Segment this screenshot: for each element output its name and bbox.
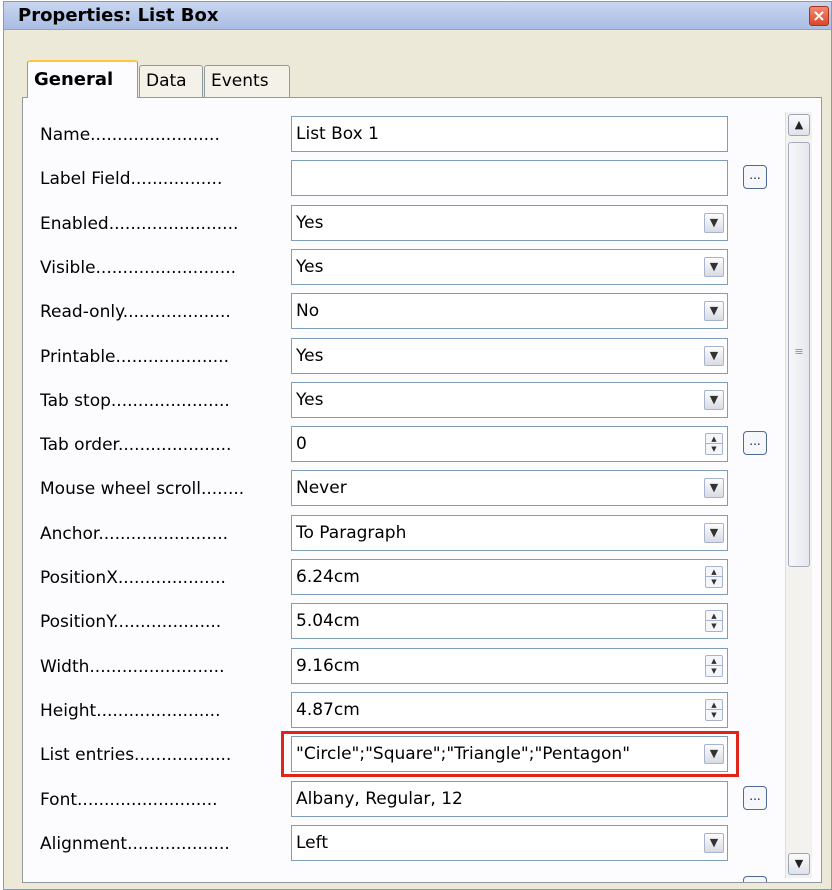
spin-down-icon[interactable]: ▼ <box>706 710 722 720</box>
spin-arrows-icon[interactable]: ▲ ▼ <box>705 655 723 677</box>
anchor-field[interactable]: To Paragraph ▼ <box>291 515 728 551</box>
height-value: 4.87cm <box>296 700 360 720</box>
spin-arrows-icon[interactable]: ▲ ▼ <box>705 699 723 721</box>
label-printable: Printable..................... <box>40 347 229 367</box>
chevron-down-icon[interactable]: ▼ <box>704 257 724 277</box>
list-entries-field[interactable]: "Circle";"Square";"Triangle";"Pentagon" ▼ <box>291 736 728 772</box>
label-alignment: Alignment................... <box>40 834 230 854</box>
tab-order-ellipsis-button[interactable]: ... <box>743 431 767 455</box>
ellipsis-button-partial[interactable] <box>743 876 767 882</box>
name-value: List Box 1 <box>296 124 379 144</box>
label-positionx: PositionX.................... <box>40 568 226 588</box>
chevron-down-icon[interactable]: ▼ <box>704 744 724 764</box>
spin-down-icon[interactable]: ▼ <box>706 577 722 587</box>
spin-arrows-icon[interactable]: ▲ ▼ <box>705 610 723 632</box>
label-tab-stop: Tab stop...................... <box>40 391 230 411</box>
tab-data[interactable]: Data <box>139 65 203 97</box>
label-label-field: Label Field................. <box>40 169 223 189</box>
grip-icon: ≡ <box>794 345 804 358</box>
chevron-down-icon[interactable]: ▼ <box>704 478 724 498</box>
label-enabled: Enabled........................ <box>40 214 239 234</box>
tab-stop-field[interactable]: Yes ▼ <box>291 382 728 418</box>
alignment-value: Left <box>296 833 328 853</box>
positionx-value: 6.24cm <box>296 567 360 587</box>
close-icon[interactable]: × <box>809 6 829 26</box>
tab-stop-value: Yes <box>296 390 324 410</box>
label-mouse-wheel-scroll: Mouse wheel scroll........ <box>40 479 245 499</box>
spin-down-icon[interactable]: ▼ <box>706 666 722 676</box>
positionx-field[interactable]: 6.24cm ▲ ▼ <box>291 559 728 595</box>
spin-up-icon[interactable]: ▲ <box>706 434 722 444</box>
spin-down-icon[interactable]: ▼ <box>706 444 722 454</box>
label-name: Name........................ <box>40 125 220 145</box>
label-list-entries: List entries.................. <box>40 745 232 765</box>
visible-field[interactable]: Yes ▼ <box>291 249 728 285</box>
chevron-down-icon[interactable]: ▼ <box>704 301 724 321</box>
font-field[interactable]: Albany, Regular, 12 <box>291 781 728 817</box>
label-font: Font.......................... <box>40 790 218 810</box>
spin-down-icon[interactable]: ▼ <box>706 621 722 631</box>
title-bar[interactable]: Properties: List Box × <box>4 2 831 30</box>
positiony-value: 5.04cm <box>296 611 360 631</box>
font-value: Albany, Regular, 12 <box>296 789 463 809</box>
spin-arrows-icon[interactable]: ▲ ▼ <box>705 433 723 455</box>
label-anchor: Anchor........................ <box>40 524 229 544</box>
mouse-wheel-scroll-field[interactable]: Never ▼ <box>291 470 728 506</box>
scroll-up-icon[interactable]: ▲ <box>788 114 810 136</box>
dialog-title: Properties: List Box <box>18 5 219 26</box>
label-height: Height....................... <box>40 701 221 721</box>
spin-up-icon[interactable]: ▲ <box>706 700 722 710</box>
label-tab-order: Tab order..................... <box>40 435 232 455</box>
alignment-field[interactable]: Left ▼ <box>291 825 728 861</box>
tab-order-field[interactable]: 0 ▲ ▼ <box>291 426 728 462</box>
height-field[interactable]: 4.87cm ▲ ▼ <box>291 692 728 728</box>
label-visible: Visible.......................... <box>40 258 237 278</box>
properties-panel: ▲ ≡ ▼ Name........................ List B… <box>22 97 822 883</box>
printable-value: Yes <box>296 346 324 366</box>
read-only-field[interactable]: No ▼ <box>291 293 728 329</box>
spin-up-icon[interactable]: ▲ <box>706 656 722 666</box>
label-positiony: PositionY.................... <box>40 612 222 632</box>
width-value: 9.16cm <box>296 656 360 676</box>
label-field-field[interactable] <box>291 160 728 196</box>
enabled-field[interactable]: Yes ▼ <box>291 205 728 241</box>
read-only-value: No <box>296 301 320 321</box>
chevron-down-icon[interactable]: ▼ <box>704 833 724 853</box>
scrollbar-thumb[interactable]: ≡ <box>788 142 810 567</box>
chevron-down-icon[interactable]: ▼ <box>704 523 724 543</box>
anchor-value: To Paragraph <box>296 523 407 543</box>
properties-dialog: Properties: List Box × General Data Even… <box>3 1 832 890</box>
label-read-only: Read-only.................... <box>40 302 231 322</box>
vertical-scrollbar[interactable]: ▲ ≡ ▼ <box>785 112 812 878</box>
spin-up-icon[interactable]: ▲ <box>706 567 722 577</box>
name-field[interactable]: List Box 1 <box>291 116 728 152</box>
spin-arrows-icon[interactable]: ▲ ▼ <box>705 566 723 588</box>
enabled-value: Yes <box>296 213 324 233</box>
chevron-down-icon[interactable]: ▼ <box>704 346 724 366</box>
spin-up-icon[interactable]: ▲ <box>706 611 722 621</box>
mouse-wheel-scroll-value: Never <box>296 478 347 498</box>
scroll-down-icon[interactable]: ▼ <box>788 853 810 875</box>
visible-value: Yes <box>296 257 324 277</box>
positiony-field[interactable]: 5.04cm ▲ ▼ <box>291 603 728 639</box>
font-ellipsis-button[interactable]: ... <box>743 786 767 810</box>
printable-field[interactable]: Yes ▼ <box>291 338 728 374</box>
chevron-down-icon[interactable]: ▼ <box>704 213 724 233</box>
chevron-down-icon[interactable]: ▼ <box>704 390 724 410</box>
tab-events[interactable]: Events <box>204 65 290 97</box>
label-width: Width......................... <box>40 657 225 677</box>
tab-general[interactable]: General <box>27 60 138 98</box>
width-field[interactable]: 9.16cm ▲ ▼ <box>291 648 728 684</box>
tab-order-value: 0 <box>296 434 307 454</box>
list-entries-value: "Circle";"Square";"Triangle";"Pentagon" <box>296 744 631 764</box>
label-field-ellipsis-button[interactable]: ... <box>743 165 767 189</box>
